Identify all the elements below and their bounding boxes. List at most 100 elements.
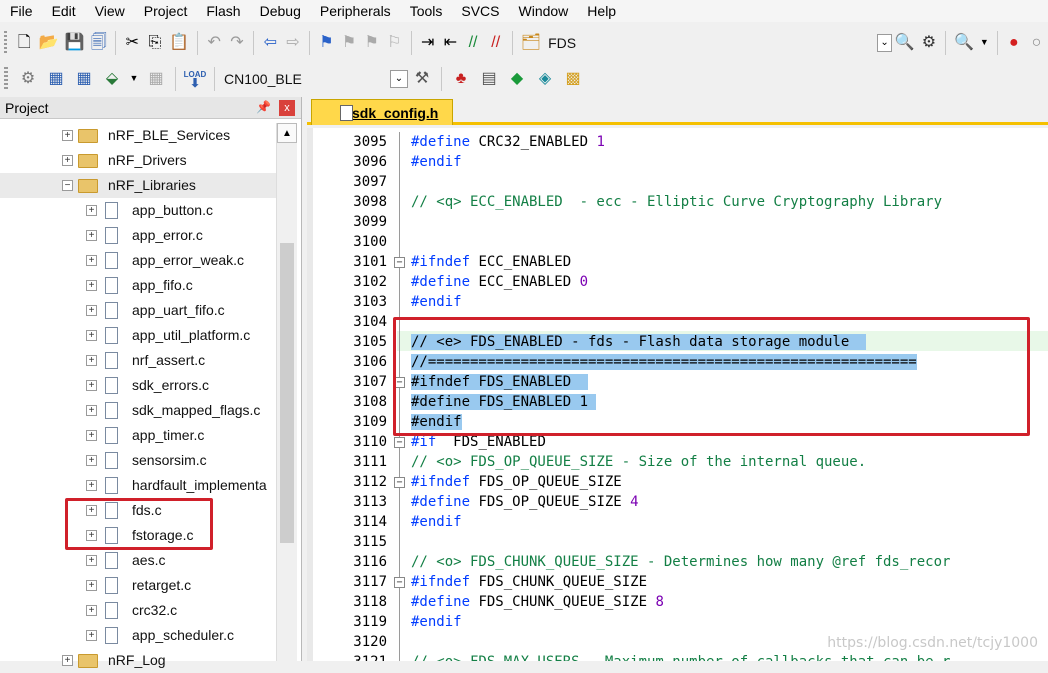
close-icon[interactable]: x xyxy=(279,100,295,116)
rebuild-icon[interactable]: ▦ xyxy=(73,68,95,90)
tree-file[interactable]: +sdk_errors.c xyxy=(0,373,276,398)
clear-bookmarks-icon[interactable]: ⚐ xyxy=(386,32,403,54)
code-line[interactable]: 3096#endif xyxy=(307,152,1048,172)
tree-folder[interactable]: +nRF_Drivers xyxy=(0,148,276,173)
expand-icon[interactable]: + xyxy=(86,555,97,566)
indent-icon[interactable]: ⇥ xyxy=(419,32,436,54)
fold-toggle-icon[interactable]: − xyxy=(394,257,405,268)
expand-icon[interactable]: + xyxy=(86,205,97,216)
code-line[interactable]: 3099 xyxy=(307,212,1048,232)
expand-icon[interactable]: + xyxy=(86,330,97,341)
expand-icon[interactable]: + xyxy=(86,305,97,316)
prev-bookmark-icon[interactable]: ⚑ xyxy=(341,32,358,54)
build-icon[interactable]: ▦ xyxy=(45,68,67,90)
expand-icon[interactable]: + xyxy=(86,380,97,391)
menu-item-project[interactable]: Project xyxy=(134,0,197,22)
paste-icon[interactable]: 📋 xyxy=(169,32,189,54)
tree-file[interactable]: +aes.c xyxy=(0,548,276,573)
code-line[interactable]: 3121// <o> FDS_MAX_USERS - Maximum numbe… xyxy=(307,652,1048,661)
collapse-icon[interactable]: − xyxy=(62,180,73,191)
bookmark-icon[interactable]: ⚑ xyxy=(318,32,335,54)
code-line[interactable]: 3112−#ifndef FDS_OP_QUEUE_SIZE xyxy=(307,472,1048,492)
expand-icon[interactable]: + xyxy=(86,230,97,241)
code-line[interactable]: 3102#define ECC_ENABLED 0 xyxy=(307,272,1048,292)
code-line[interactable]: 3100 xyxy=(307,232,1048,252)
batch-build-icon[interactable]: ⬙ xyxy=(101,68,123,90)
pack-installer-icon[interactable]: ◈ xyxy=(534,68,556,90)
tree-file[interactable]: +hardfault_implementa xyxy=(0,473,276,498)
stop-icon[interactable]: ○ xyxy=(1028,32,1045,54)
copy-icon[interactable]: ⎘ xyxy=(147,32,164,54)
zoom-icon[interactable]: 🔍 xyxy=(954,32,974,54)
fold-toggle-icon[interactable]: − xyxy=(394,437,405,448)
tree-file[interactable]: +sdk_mapped_flags.c xyxy=(0,398,276,423)
code-line[interactable]: 3116// <o> FDS_CHUNK_QUEUE_SIZE - Determ… xyxy=(307,552,1048,572)
code-line[interactable]: 3111// <o> FDS_OP_QUEUE_SIZE - Size of t… xyxy=(307,452,1048,472)
toolbar-grip[interactable] xyxy=(4,31,7,55)
new-file-icon[interactable]: 🗋 xyxy=(16,32,33,54)
code-line[interactable]: 3114#endif xyxy=(307,512,1048,532)
menu-item-tools[interactable]: Tools xyxy=(400,0,452,22)
code-line[interactable]: 3115 xyxy=(307,532,1048,552)
code-line[interactable]: 3101−#ifndef ECC_ENABLED xyxy=(307,252,1048,272)
tree-file[interactable]: +nrf_assert.c xyxy=(0,348,276,373)
uncomment-icon[interactable]: // xyxy=(487,32,504,54)
forward-icon[interactable]: ⇨ xyxy=(285,32,302,54)
expand-icon[interactable]: + xyxy=(86,480,97,491)
expand-icon[interactable]: + xyxy=(86,355,97,366)
target-select[interactable]: CN100_BLE xyxy=(224,71,384,87)
select-packs-icon[interactable]: ▩ xyxy=(562,68,584,90)
code-line[interactable]: 3118#define FDS_CHUNK_QUEUE_SIZE 8 xyxy=(307,592,1048,612)
find-text[interactable]: FDS xyxy=(548,35,576,51)
expand-icon[interactable]: + xyxy=(86,630,97,641)
debug-session-icon[interactable]: ⚙ xyxy=(921,32,938,54)
expand-icon[interactable]: + xyxy=(86,455,97,466)
code-line[interactable]: 3113#define FDS_OP_QUEUE_SIZE 4 xyxy=(307,492,1048,512)
tree-file[interactable]: +app_scheduler.c xyxy=(0,623,276,648)
comment-icon[interactable]: // xyxy=(465,32,482,54)
load-icon[interactable]: LOAD⬇ xyxy=(184,68,206,90)
file-extensions-icon[interactable]: ▤ xyxy=(478,68,500,90)
menu-item-view[interactable]: View xyxy=(85,0,134,22)
save-all-icon[interactable]: 🗐 xyxy=(91,32,108,54)
menu-item-flash[interactable]: Flash xyxy=(196,0,249,22)
chevron-down-icon[interactable]: ▼ xyxy=(980,32,989,54)
find-in-files-icon[interactable]: 🗂 xyxy=(521,32,541,54)
open-file-icon[interactable]: 📂 xyxy=(39,32,59,54)
tree-file[interactable]: +crc32.c xyxy=(0,598,276,623)
menu-item-file[interactable]: File xyxy=(0,0,42,22)
chevron-down-icon[interactable]: ▼ xyxy=(129,68,139,90)
scrollbar-thumb[interactable] xyxy=(280,243,294,543)
undo-icon[interactable]: ↶ xyxy=(206,32,223,54)
code-line[interactable]: 3119#endif xyxy=(307,612,1048,632)
save-icon[interactable]: 💾 xyxy=(65,32,85,54)
toolbar-grip[interactable] xyxy=(4,67,8,91)
tree-file[interactable]: +app_uart_fifo.c xyxy=(0,298,276,323)
fold-toggle-icon[interactable]: − xyxy=(394,577,405,588)
tab-sdk-config[interactable]: sdk_config.h xyxy=(311,99,453,125)
expand-icon[interactable]: + xyxy=(62,130,73,141)
tree-file[interactable]: +app_error_weak.c xyxy=(0,248,276,273)
tree-file[interactable]: +app_util_platform.c xyxy=(0,323,276,348)
target-options-icon[interactable]: ⚒ xyxy=(411,68,433,90)
translate-icon[interactable]: ⚙ xyxy=(17,68,39,90)
tree-file[interactable]: +sensorsim.c xyxy=(0,448,276,473)
menu-item-window[interactable]: Window xyxy=(509,0,578,22)
code-line[interactable]: 3103#endif xyxy=(307,292,1048,312)
next-bookmark-icon[interactable]: ⚑ xyxy=(363,32,380,54)
expand-icon[interactable]: + xyxy=(86,430,97,441)
dropdown-icon[interactable]: ⌄ xyxy=(877,34,891,52)
cut-icon[interactable]: ✂ xyxy=(124,32,141,54)
code-line[interactable]: 3098// <q> ECC_ENABLED - ecc - Elliptic … xyxy=(307,192,1048,212)
menu-item-help[interactable]: Help xyxy=(577,0,625,22)
expand-icon[interactable]: + xyxy=(86,255,97,266)
menu-item-svcs[interactable]: SVCS xyxy=(451,0,508,22)
tree-file[interactable]: +app_fifo.c xyxy=(0,273,276,298)
stop-build-icon[interactable]: ▦ xyxy=(145,68,167,90)
expand-icon[interactable]: + xyxy=(62,155,73,166)
expand-icon[interactable]: + xyxy=(86,580,97,591)
code-line[interactable]: 3095#define CRC32_ENABLED 1 xyxy=(307,132,1048,152)
menu-item-debug[interactable]: Debug xyxy=(250,0,310,22)
code-line[interactable]: 3117−#ifndef FDS_CHUNK_QUEUE_SIZE xyxy=(307,572,1048,592)
expand-icon[interactable]: + xyxy=(86,280,97,291)
